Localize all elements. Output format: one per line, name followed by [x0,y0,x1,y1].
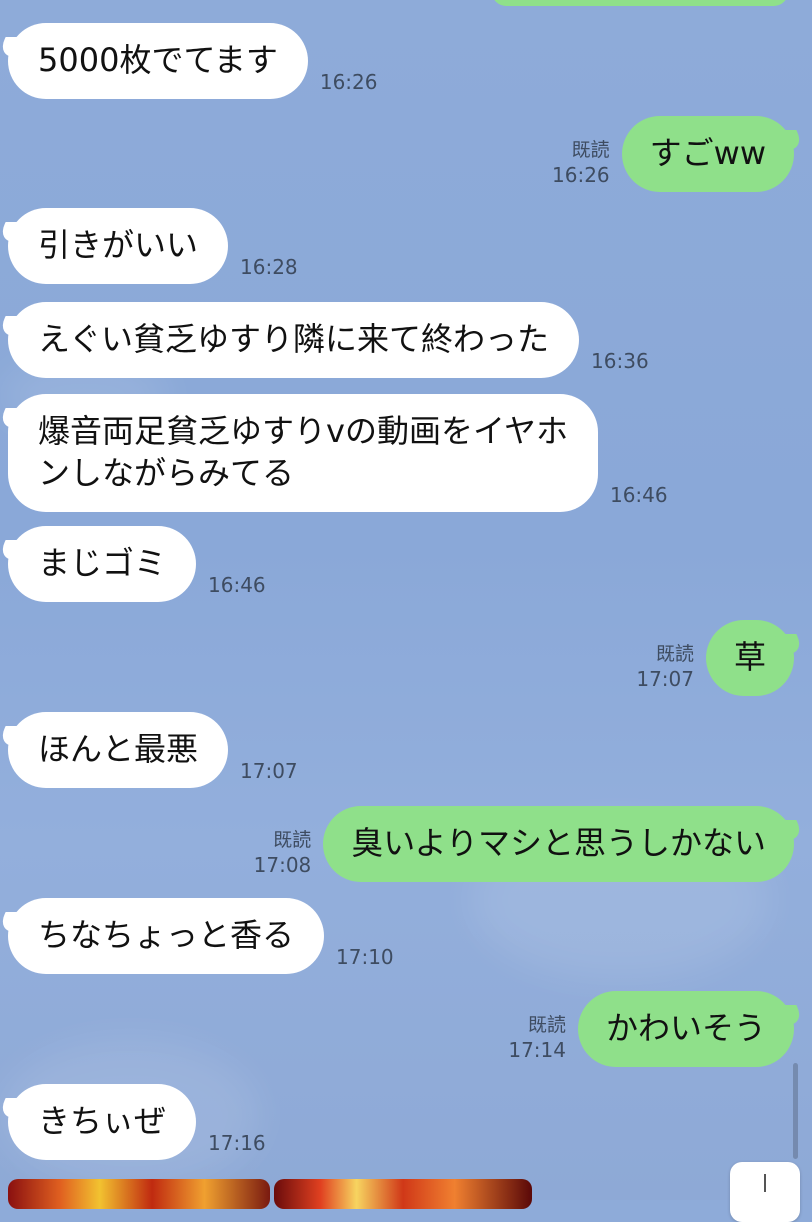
image-thumbnail[interactable] [8,1179,270,1209]
message-timestamp: 16:46 [208,573,266,597]
incoming-message-bubble[interactable]: きちぃぜ [8,1084,197,1160]
image-message-row [0,1176,812,1209]
message-row: まじゴミ 16:46 [8,526,266,602]
message-text: 臭いよりマシと思うしかない [351,824,766,862]
message-timestamp: 17:16 [208,1131,266,1155]
incoming-message-bubble[interactable]: ほんと最悪 [8,712,229,788]
read-receipt: 既読 [527,1014,566,1036]
message-text: 5000枚でてます [38,41,278,79]
message-meta: 既読 17:14 [508,1013,566,1063]
message-row: 既読 17:07 草 [636,620,794,696]
message-timestamp: 17:07 [240,759,298,783]
message-text: まじゴミ [38,544,167,582]
incoming-message-bubble[interactable]: ちなちょっと香る [8,898,325,974]
message-timestamp: 16:26 [552,163,610,187]
scrollbar[interactable] [793,1063,798,1159]
message-row: 引きがいい 16:28 [8,208,298,284]
read-receipt: 既読 [571,139,610,161]
message-row: ちなちょっと香る 17:10 [8,898,394,974]
outgoing-message-bubble[interactable]: 臭いよりマシと思うしかない [323,806,794,882]
message-meta: 既読 17:08 [254,828,312,878]
message-text: 引きがいい [38,226,199,264]
outgoing-message-bubble[interactable]: かわいそう [577,991,794,1067]
message-row: 既読 17:14 かわいそう [508,991,794,1067]
read-receipt: 既読 [655,643,694,665]
outgoing-message-bubble[interactable]: 草 [705,620,794,696]
message-timestamp: 16:26 [319,70,378,94]
message-text-line-1: 爆音両足貧乏ゆすりvの動画をイヤホ [38,412,568,450]
incoming-message-bubble[interactable]: えぐい貧乏ゆすり隣に来て終わった [8,302,580,378]
message-timestamp: 17:14 [508,1038,566,1062]
message-text: 草 [733,638,766,676]
message-text: ちなちょっと香る [38,916,295,954]
incoming-message-bubble[interactable]: 5000枚でてます [8,23,308,99]
message-row: えぐい貧乏ゆすり隣に来て終わった 16:36 [8,302,649,378]
message-row: きちぃぜ 17:16 [8,1084,266,1160]
message-text: えぐい貧乏ゆすり隣に来て終わった [38,320,550,358]
read-receipt: 既読 [273,829,312,851]
message-timestamp: 17:07 [636,667,694,691]
arrow-down-icon [764,1174,766,1192]
image-thumbnail[interactable] [274,1179,532,1209]
outgoing-message-bubble[interactable]: すごww [621,116,794,192]
message-row: ほんと最悪 17:07 [8,712,298,788]
message-text: すごww [649,134,766,172]
message-meta: 既読 17:07 [636,642,694,692]
message-timestamp: 16:36 [591,349,649,373]
message-row: 爆音両足貧乏ゆすりvの動画をイヤホ ンしながらみてる 16:46 [8,394,668,512]
message-row: 既読 16:26 すごww [552,116,794,192]
message-timestamp: 16:46 [609,483,668,507]
message-row: 5000枚でてます 16:26 [8,23,377,99]
message-meta: 既読 16:26 [552,138,610,188]
message-timestamp: 17:08 [253,853,312,877]
message-timestamp: 16:28 [240,255,298,279]
incoming-message-bubble[interactable]: 爆音両足貧乏ゆすりvの動画をイヤホ ンしながらみてる [8,394,598,512]
message-text: かわいそう [605,1009,766,1047]
message-text: ほんと最悪 [38,730,199,768]
message-text-line-2: ンしながらみてる [38,454,295,492]
scroll-to-bottom-button[interactable] [730,1162,800,1222]
incoming-message-bubble[interactable]: まじゴミ [8,526,197,602]
message-text: きちぃぜ [38,1102,167,1140]
message-timestamp: 17:10 [336,945,394,969]
incoming-message-bubble[interactable]: 引きがいい [8,208,229,284]
previous-outgoing-bubble [492,0,788,6]
message-row: 既読 17:08 臭いよりマシと思うしかない [254,806,794,882]
